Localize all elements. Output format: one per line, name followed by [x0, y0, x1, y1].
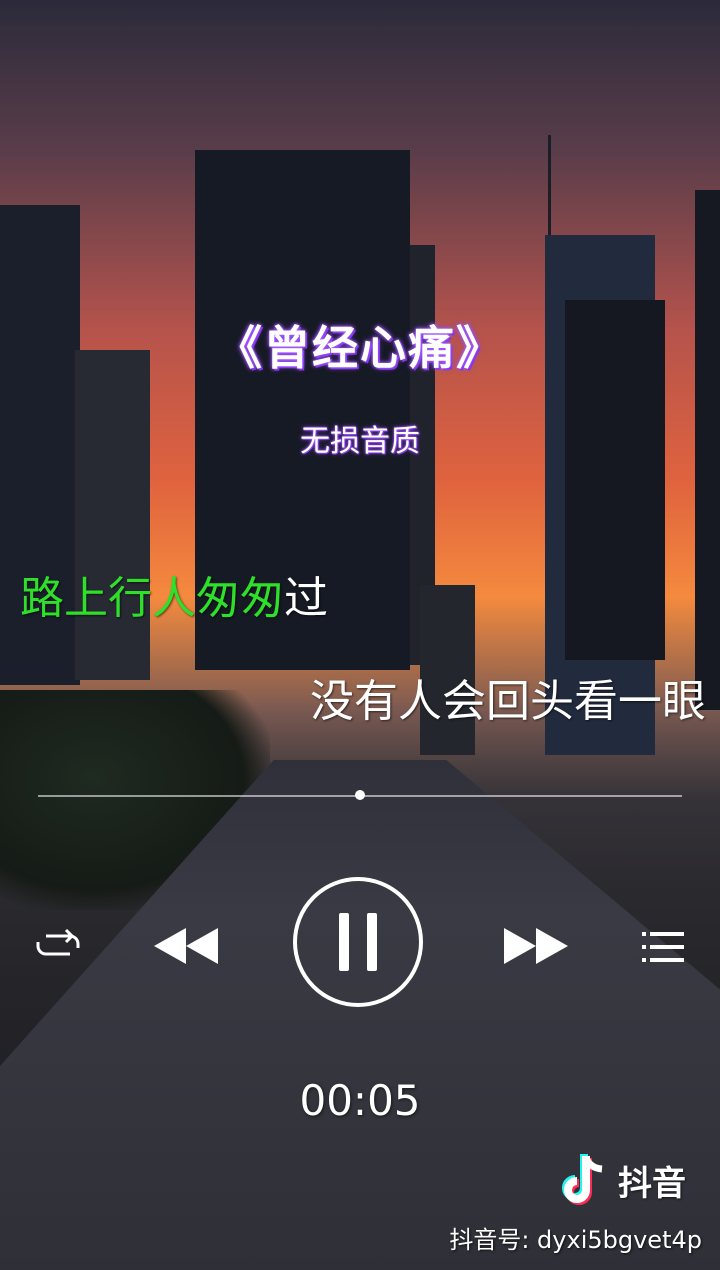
- building: [75, 350, 150, 680]
- pause-icon: [339, 913, 349, 971]
- playlist-icon[interactable]: [640, 928, 686, 966]
- progress-thumb[interactable]: [355, 790, 365, 800]
- account-id: 抖音号: dyxi5bgvet4p: [449, 1226, 702, 1254]
- current-lyric-line: 路上行人匆匆过: [20, 562, 328, 626]
- repeat-icon[interactable]: [36, 928, 80, 962]
- audio-quality-label: 无损音质: [300, 424, 420, 459]
- lyric-sung-part: 路上行人匆匆: [20, 573, 284, 624]
- song-title: 《曾经心痛》: [216, 321, 504, 375]
- tiktok-note-icon: [562, 1154, 603, 1205]
- next-icon[interactable]: [500, 924, 570, 968]
- app-name: 抖音: [618, 1163, 686, 1204]
- douyin-logo: 抖音: [558, 1150, 686, 1210]
- elapsed-time: 00:05: [299, 1076, 421, 1125]
- pause-button[interactable]: [293, 877, 423, 1007]
- lyric-unsung-part: 过: [284, 573, 328, 624]
- next-lyric-line: 没有人会回头看一眼: [310, 676, 706, 727]
- previous-icon[interactable]: [152, 924, 222, 968]
- pause-icon: [367, 913, 377, 971]
- building-spire: [548, 135, 551, 235]
